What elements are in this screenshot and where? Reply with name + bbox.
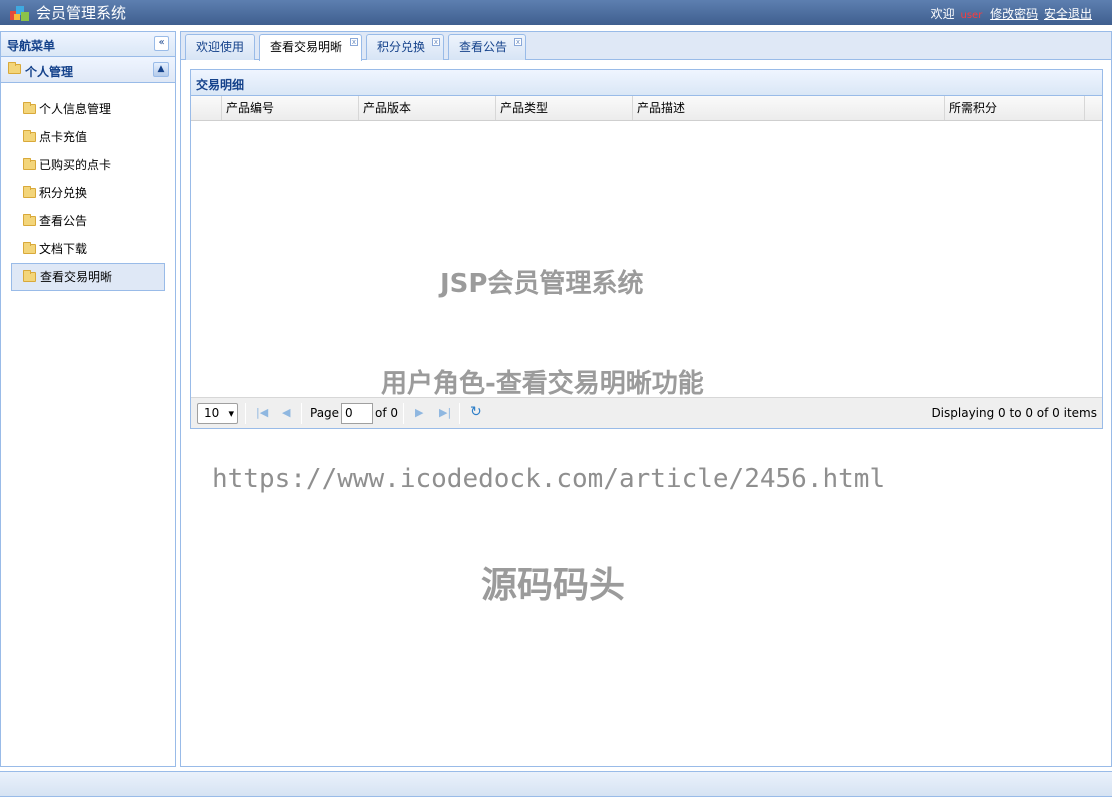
logout-link[interactable]: 安全退出 — [1044, 7, 1092, 21]
welcome-text: 欢迎 — [930, 7, 955, 21]
sidebar-item-label: 查看交易明晰 — [40, 270, 113, 284]
prev-page-icon[interactable]: ◀ — [282, 406, 290, 419]
sidebar-menu: 个人信息管理 点卡充值 已购买的点卡 积分兑换 查看公告 文档下载 查看交易明晰 — [1, 83, 175, 291]
collapse-sidebar-icon[interactable]: « — [154, 36, 169, 51]
tab-label: 欢迎使用 — [196, 40, 245, 54]
pager-separator — [403, 403, 404, 424]
panel-title: 交易明细 — [196, 78, 245, 92]
section-collapse-icon[interactable]: ▲ — [153, 62, 169, 77]
app-logo-icon — [10, 6, 29, 21]
watermark-brand: 源码码头 — [481, 565, 626, 606]
folder-icon — [23, 158, 36, 170]
close-icon[interactable]: x — [514, 38, 522, 46]
sidebar-item-points-exchange[interactable]: 积分兑换 — [11, 179, 165, 207]
app-header: 会员管理系统 欢迎 user 修改密码 安全退出 — [0, 0, 1112, 25]
app-title: 会员管理系统 — [36, 4, 127, 22]
page-label: Page — [310, 406, 340, 420]
column-header[interactable]: 产品编号 — [222, 96, 359, 120]
row-number-column — [191, 96, 222, 120]
column-header[interactable]: 所需积分 — [945, 96, 1085, 120]
sidebar-item-profile[interactable]: 个人信息管理 — [11, 95, 165, 123]
folder-icon — [23, 270, 36, 282]
refresh-icon[interactable]: ↻ — [470, 404, 482, 420]
grid-body — [191, 121, 1102, 396]
panel-header: 交易明细 — [191, 70, 1102, 96]
pagination-bar: 10 |◀ ◀ Page 0 of 0 ▶ ▶| ↻ Displaying 0 … — [191, 397, 1102, 428]
tab-bar: 欢迎使用 查看交易明晰 x 积分兑换 x 查看公告 x — [181, 32, 1111, 61]
sidebar-section-label: 个人管理 — [25, 65, 74, 79]
column-header[interactable]: 产品版本 — [359, 96, 496, 120]
pager-display-info: Displaying 0 to 0 of 0 items — [931, 406, 1097, 420]
folder-icon — [23, 214, 36, 226]
tab-announcements[interactable]: 查看公告 x — [448, 34, 526, 60]
first-page-icon[interactable]: |◀ — [256, 406, 268, 419]
grid-header: 产品编号 产品版本 产品类型 产品描述 所需积分 — [191, 96, 1102, 121]
sidebar-title: 导航菜单 — [7, 39, 56, 53]
page-number-input[interactable]: 0 — [341, 403, 373, 424]
header-user-area: 欢迎 user 修改密码 安全退出 — [931, 5, 1092, 22]
tab-points-exchange[interactable]: 积分兑换 x — [366, 34, 444, 60]
close-icon[interactable]: x — [350, 38, 358, 46]
folder-icon — [23, 242, 36, 254]
sidebar: 导航菜单 « 个人管理 ▲ 个人信息管理 点卡充值 已购买的点卡 积分兑换 查看… — [0, 31, 176, 767]
pager-separator — [301, 403, 302, 424]
sidebar-item-label: 个人信息管理 — [39, 102, 112, 116]
folder-icon — [8, 62, 21, 74]
watermark-url: https://www.icodedock.com/article/2456.h… — [212, 464, 886, 494]
page-size-select[interactable]: 10 — [197, 403, 238, 424]
pager-separator — [459, 403, 460, 424]
tab-transactions[interactable]: 查看交易明晰 x — [259, 34, 362, 61]
column-header[interactable]: 产品类型 — [496, 96, 633, 120]
watermark-subtitle: 用户角色-查看交易明晰功能 — [381, 369, 704, 399]
change-password-link[interactable]: 修改密码 — [990, 7, 1038, 21]
sidebar-item-transactions[interactable]: 查看交易明晰 — [11, 263, 165, 291]
sidebar-item-announcements[interactable]: 查看公告 — [11, 207, 165, 235]
last-page-icon[interactable]: ▶| — [439, 406, 451, 419]
tab-label: 积分兑换 — [377, 40, 426, 54]
sidebar-item-purchased-cards[interactable]: 已购买的点卡 — [11, 151, 165, 179]
sidebar-item-recharge[interactable]: 点卡充值 — [11, 123, 165, 151]
pager-separator — [245, 403, 246, 424]
sidebar-item-label: 文档下载 — [39, 242, 88, 256]
folder-icon — [23, 102, 36, 114]
next-page-icon[interactable]: ▶ — [415, 406, 423, 419]
close-icon[interactable]: x — [432, 38, 440, 46]
column-header[interactable]: 产品描述 — [633, 96, 945, 120]
status-bar — [0, 771, 1112, 797]
sidebar-item-label: 查看公告 — [39, 214, 88, 228]
sidebar-item-label: 已购买的点卡 — [39, 158, 112, 172]
folder-icon — [23, 130, 36, 142]
watermark-title: JSP会员管理系统 — [440, 269, 644, 299]
sidebar-header: 导航菜单 « — [1, 32, 175, 57]
tab-welcome[interactable]: 欢迎使用 — [185, 34, 255, 60]
folder-icon — [23, 186, 36, 198]
sidebar-item-label: 积分兑换 — [39, 186, 88, 200]
page-total-label: of 0 — [375, 406, 399, 420]
username: user — [960, 10, 983, 21]
sidebar-section-header[interactable]: 个人管理 ▲ — [1, 57, 175, 83]
tab-label: 查看交易明晰 — [270, 40, 343, 54]
tab-label: 查看公告 — [459, 40, 508, 54]
sidebar-item-downloads[interactable]: 文档下载 — [11, 235, 165, 263]
sidebar-item-label: 点卡充值 — [39, 130, 88, 144]
